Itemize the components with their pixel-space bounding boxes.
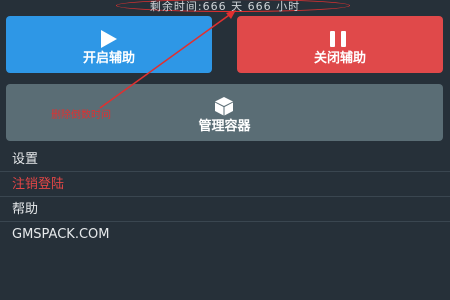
remaining-time-bar: 剩余时间:666 天 666 小时 (0, 0, 450, 14)
menu-item-logout[interactable]: 注销登陆 (0, 172, 450, 197)
menu-list: 设置 注销登陆 帮助 GMSPACK.COM (0, 147, 450, 247)
menu-item-settings[interactable]: 设置 (0, 147, 450, 172)
menu-item-help[interactable]: 帮助 (0, 197, 450, 222)
menu-item-website[interactable]: GMSPACK.COM (0, 222, 450, 247)
start-assist-label: 开启辅助 (82, 51, 135, 66)
cube-icon (215, 97, 233, 116)
play-icon (101, 30, 117, 48)
pause-icon (330, 31, 346, 47)
remaining-time-text: 剩余时间:666 天 666 小时 (149, 0, 301, 13)
stop-assist-label: 关闭辅助 (313, 51, 366, 66)
stop-assist-button[interactable]: 关闭辅助 (237, 16, 443, 73)
annotation-text: 删除倒数时间 (51, 110, 111, 121)
start-assist-button[interactable]: 开启辅助 (6, 16, 212, 73)
